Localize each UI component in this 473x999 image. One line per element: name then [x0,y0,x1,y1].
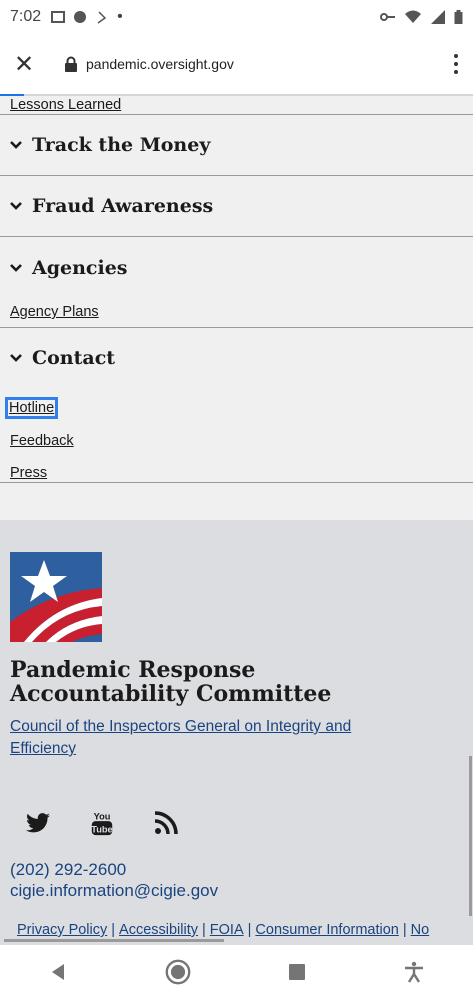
menu-icon[interactable] [453,54,459,74]
nav-bottom-divider [0,482,473,483]
url-text[interactable]: pandemic.oversight.gov [86,56,234,72]
separator: | [402,922,407,938]
contact-email[interactable]: cigie.information@cigie.gov [10,881,218,901]
close-tab-icon[interactable]: ✕ [14,50,42,79]
hotline-link[interactable]: Hotline [4,397,59,419]
browser-toolbar: ✕ pandemic.oversight.gov [0,34,473,96]
social-links: You Tube [26,810,178,836]
separator: | [247,922,252,938]
section-title: Track the Money [32,134,211,156]
accessibility-link[interactable]: Accessibility [119,922,198,938]
pin-icon [97,11,107,24]
section-agencies: Agencies Agency Plans [0,236,473,327]
more-notifications-dot: • [117,8,123,25]
agencies-toggle[interactable]: Agencies [10,237,473,299]
gallery-icon [51,11,66,23]
chevron-down-icon [10,264,22,272]
youtube-icon[interactable]: You Tube [90,810,114,836]
svg-text:You: You [94,811,111,821]
section-track-the-money: Track the Money [0,114,473,175]
accessibility-icon[interactable] [403,961,425,983]
foia-link[interactable]: FOIA [210,922,244,938]
site-footer: Pandemic Response Accountability Committ… [0,520,473,945]
system-icons [380,10,463,24]
fraud-awareness-toggle[interactable]: Fraud Awareness [10,176,473,236]
footer-nav: Lessons Learned Track the Money Fraud Aw… [0,96,473,483]
legal-links: Privacy Policy | Accessibility | FOIA | Consum… [17,922,429,938]
vertical-scrollbar[interactable] [469,756,472,916]
rss-icon[interactable] [154,810,178,836]
back-icon[interactable] [48,961,70,983]
section-contact: Contact Hotline Feedback Press [0,327,473,482]
prac-logo-icon [10,552,102,642]
signal-icon [431,10,445,24]
svg-text:Tube: Tube [91,824,112,834]
section-fraud-awareness: Fraud Awareness [0,175,473,236]
press-link[interactable]: Press [10,465,47,481]
chevron-down-icon [10,141,22,149]
chevron-down-icon [10,354,22,362]
twitter-icon[interactable] [26,810,50,836]
cigie-link[interactable]: Council of the Inspectors General on Int… [10,716,410,760]
separator: | [202,922,206,938]
feedback-link[interactable]: Feedback [10,433,74,449]
wifi-icon [405,10,421,23]
section-title: Fraud Awareness [32,195,214,217]
vpn-key-icon [380,13,395,21]
separator: | [111,922,116,938]
messenger-icon [74,11,87,23]
consumer-information-link[interactable]: Consumer Information [255,922,398,938]
battery-icon [454,10,463,24]
recents-icon[interactable] [286,961,308,983]
status-bar: 7:02 • [0,0,473,34]
lock-icon [65,56,77,72]
horizontal-scrollbar[interactable] [4,939,224,942]
section-title: Contact [32,347,116,369]
phone-number[interactable]: (202) 292-2600 [10,860,126,880]
status-time: 7:02 [10,8,42,25]
chevron-down-icon [10,202,22,210]
home-icon[interactable] [165,959,191,985]
org-name: Pandemic Response Accountability Committ… [10,657,332,707]
privacy-policy-link[interactable]: Privacy Policy [17,922,107,938]
track-the-money-toggle[interactable]: Track the Money [10,115,473,175]
lessons-learned-link[interactable]: Lessons Learned [10,96,121,114]
page-load-progress [0,94,24,96]
android-nav-bar [0,945,473,999]
section-title: Agencies [32,257,128,279]
agency-plans-link[interactable]: Agency Plans [10,304,99,320]
contact-toggle[interactable]: Contact [10,328,473,388]
no-fear-act-link[interactable]: No [411,922,430,938]
notification-icons: • [51,8,123,26]
